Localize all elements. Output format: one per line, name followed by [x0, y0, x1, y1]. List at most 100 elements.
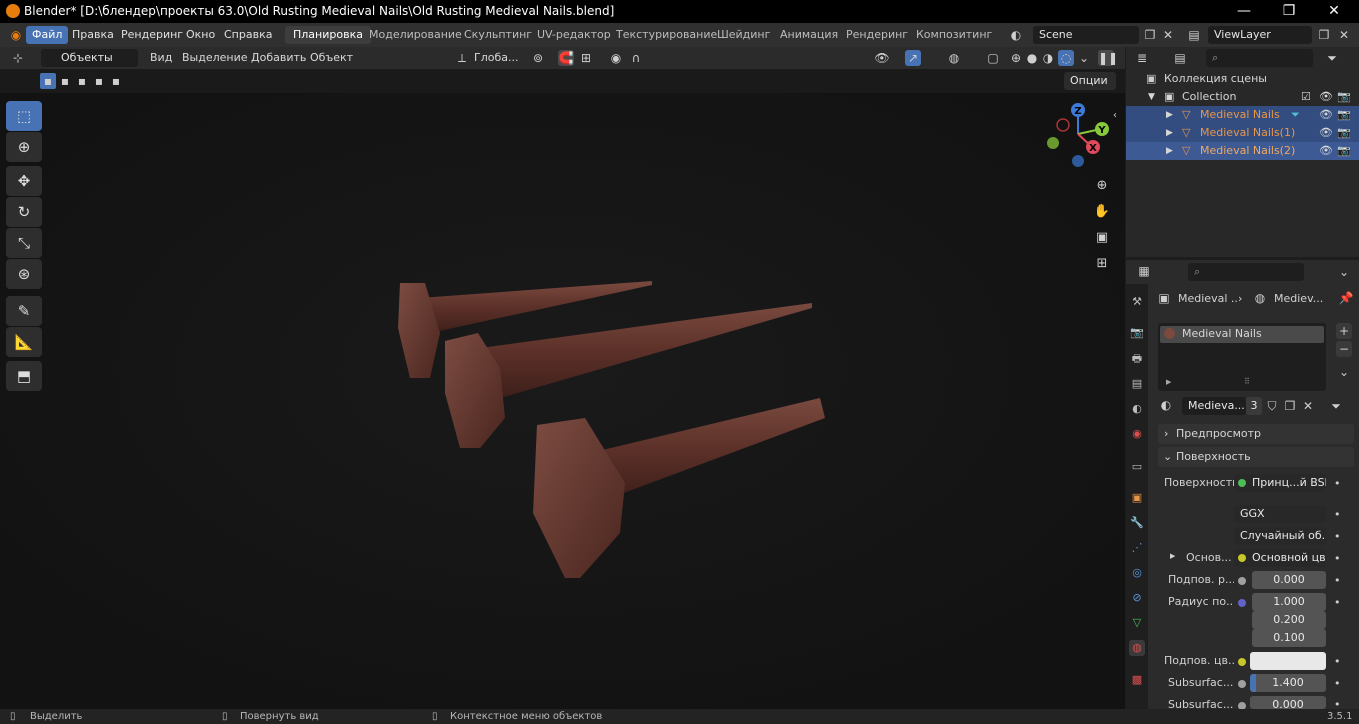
socket-toggle-icon[interactable]: •	[1334, 552, 1341, 565]
display-mode-icon[interactable]: ▤	[1172, 50, 1188, 66]
menu-add[interactable]: Добавить	[245, 49, 312, 67]
material-users-count[interactable]: 3	[1246, 397, 1262, 415]
expand-arrow-icon[interactable]: ▶	[1166, 124, 1173, 142]
tab-sculpting[interactable]: Скульптинг	[456, 26, 540, 44]
overlays-icon[interactable]: ◍	[946, 50, 962, 66]
sidebar-toggle-icon[interactable]: ‹	[1110, 107, 1120, 125]
snap-icon[interactable]: 🧲	[558, 50, 574, 66]
menu-file[interactable]: Файл	[26, 26, 69, 44]
subsurface-anisotropy-value[interactable]: 0.000	[1250, 696, 1326, 709]
editor-type-icon[interactable]: ⊹	[10, 50, 26, 66]
delete-view-layer-icon[interactable]: ✕	[1336, 27, 1352, 43]
delete-scene-icon[interactable]: ✕	[1160, 27, 1176, 43]
render-tab-icon[interactable]: 📷	[1129, 325, 1145, 341]
properties-search-input[interactable]: ⌕	[1188, 263, 1304, 281]
material-slot-row[interactable]: Medieval Nails	[1160, 326, 1324, 343]
expand-arrow-icon[interactable]: ▶	[1166, 142, 1173, 160]
expand-arrow-icon[interactable]: ▼	[1148, 88, 1155, 106]
pause-render-icon[interactable]: ❚❚	[1098, 50, 1118, 66]
duplicate-material-icon[interactable]: ❐	[1282, 398, 1298, 414]
tab-rendering[interactable]: Рендеринг	[838, 26, 916, 44]
subsurface-radius-x[interactable]: 1.000	[1252, 593, 1326, 611]
camera-icon[interactable]: 📷	[1337, 124, 1351, 142]
visibility-icon[interactable]: 👁	[874, 50, 890, 66]
collection-tab-icon[interactable]: ▭	[1129, 459, 1145, 475]
tool-tab-icon[interactable]: ⚒	[1129, 294, 1145, 310]
distribution-dropdown[interactable]: GGX	[1234, 505, 1326, 523]
snap-target-icon[interactable]: ⊞	[578, 50, 594, 66]
tab-shading[interactable]: Шейдинг	[709, 26, 778, 44]
3d-viewport[interactable]: Z Y X ⊕ ✋ ▣ ⊞ ‹	[0, 93, 1125, 709]
ortho-grid-icon[interactable]: ⊞	[1093, 255, 1111, 273]
fake-user-shield-icon[interactable]: ⛉	[1264, 398, 1280, 414]
transform-tool-icon[interactable]: ⊛	[6, 259, 42, 289]
tab-uv-editing[interactable]: UV-редактор	[529, 26, 619, 44]
cursor-tool-icon[interactable]: ⊕	[6, 132, 42, 162]
camera-icon[interactable]: 📷	[1337, 142, 1351, 160]
properties-type-icon[interactable]: ▦	[1136, 263, 1152, 279]
texture-tab-icon[interactable]: ▩	[1129, 672, 1145, 688]
new-view-layer-icon[interactable]: ❐	[1316, 27, 1332, 43]
eye-icon[interactable]: 👁	[1319, 106, 1333, 124]
zoom-icon[interactable]: ⊕	[1093, 177, 1111, 195]
menu-object[interactable]: Объект	[304, 49, 359, 67]
output-tab-icon[interactable]: 🖶	[1129, 351, 1145, 367]
select-intersect-icon[interactable]: ▪	[108, 73, 124, 89]
constraints-tab-icon[interactable]: ⊘	[1129, 590, 1145, 606]
close-icon[interactable]: ✕	[1314, 2, 1354, 20]
socket-toggle-icon[interactable]: •	[1334, 530, 1341, 543]
proportional-edit-icon[interactable]: ◉	[608, 50, 624, 66]
material-shading-icon[interactable]: ◑	[1040, 50, 1056, 66]
subsurface-value[interactable]: 0.000	[1252, 571, 1326, 589]
xray-icon[interactable]: ▢	[985, 50, 1001, 66]
camera-icon[interactable]: 📷	[1337, 88, 1351, 106]
navigation-gizmo[interactable]: Z Y X	[1040, 101, 1120, 171]
add-cube-tool-icon[interactable]: ⬒	[6, 361, 42, 391]
material-tab-icon[interactable]: ◍	[1129, 640, 1145, 656]
tab-layout[interactable]: Планировка	[285, 26, 371, 44]
outliner-item[interactable]: ▶ ▽ Medieval Nails ⏷ 👁 📷	[1126, 106, 1359, 124]
checkbox-icon[interactable]: ☑	[1301, 88, 1311, 106]
options-dropdown[interactable]: Опции	[1064, 72, 1116, 90]
subsurface-method-dropdown[interactable]: Случайный об...	[1234, 527, 1326, 545]
outliner-scene-collection[interactable]: ▣ Коллекция сцены	[1126, 70, 1359, 88]
annotate-tool-icon[interactable]: ✎	[6, 296, 42, 326]
scene-field[interactable]: Scene	[1033, 26, 1139, 44]
rendered-shading-icon[interactable]: ◌	[1058, 50, 1074, 66]
data-tab-icon[interactable]: ▽	[1129, 615, 1145, 631]
pan-hand-icon[interactable]: ✋	[1093, 203, 1111, 221]
socket-toggle-icon[interactable]: •	[1334, 677, 1341, 690]
blender-menu-icon[interactable]: ◉	[8, 27, 24, 43]
preview-panel-header[interactable]: › Предпросмотр	[1158, 424, 1354, 444]
browse-material-icon[interactable]: ◐	[1158, 397, 1174, 413]
measure-tool-icon[interactable]: 📐	[6, 327, 42, 357]
move-tool-icon[interactable]: ✥	[6, 166, 42, 196]
socket-toggle-icon[interactable]: •	[1334, 574, 1341, 587]
maximize-icon[interactable]: ❐	[1269, 2, 1309, 20]
expand-arrow-icon[interactable]: ▶	[1170, 552, 1175, 560]
view-layer-icon[interactable]: ▤	[1186, 27, 1202, 43]
expand-arrow-icon[interactable]: ▶	[1166, 106, 1173, 124]
tab-texture-paint[interactable]: Текстурирование	[608, 26, 725, 44]
new-scene-icon[interactable]: ❐	[1142, 27, 1158, 43]
select-invert-icon[interactable]: ▪	[91, 73, 107, 89]
modifier-tab-icon[interactable]: 🔧	[1129, 515, 1145, 531]
outliner-item-active[interactable]: ▶ ▽ Medieval Nails(2) 👁 📷	[1126, 142, 1359, 160]
outliner-item[interactable]: ▶ ▽ Medieval Nails(1) 👁 📷	[1126, 124, 1359, 142]
expand-arrow-icon[interactable]: ▶	[1166, 378, 1171, 386]
outliner-collection[interactable]: ▼ ▣ Collection ☑ 👁 📷	[1126, 88, 1359, 106]
tab-animation[interactable]: Анимация	[772, 26, 846, 44]
minimize-icon[interactable]: —	[1224, 2, 1264, 20]
material-name-field[interactable]: Medieva...	[1182, 397, 1246, 415]
menu-help[interactable]: Справка	[218, 26, 278, 44]
scene-icon[interactable]: ◐	[1008, 27, 1024, 43]
remove-slot-icon[interactable]: −	[1336, 341, 1352, 357]
select-extend-icon[interactable]: ▪	[57, 73, 73, 89]
scale-tool-icon[interactable]: ⤡	[6, 228, 42, 258]
scene-tab-icon[interactable]: ◐	[1129, 401, 1145, 417]
material-slot-list[interactable]: Medieval Nails ▶ ⠿	[1158, 323, 1326, 391]
socket-toggle-icon[interactable]: •	[1334, 508, 1341, 521]
falloff-icon[interactable]: ∩	[628, 50, 644, 66]
eye-icon[interactable]: 👁	[1319, 142, 1333, 160]
surface-shader-field[interactable]: Принц...й BSDF	[1234, 474, 1326, 492]
